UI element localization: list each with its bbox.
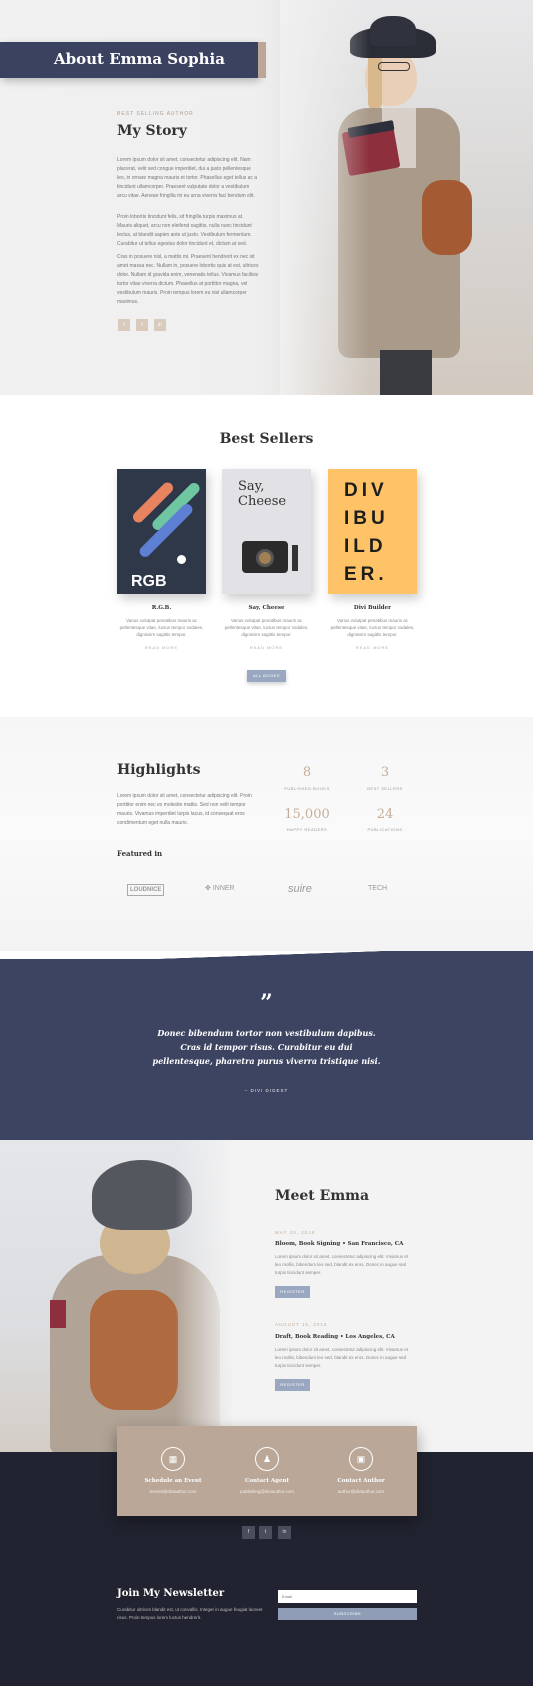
event-description: Lorem ipsum dolor sit amet, consectetur … [275, 1347, 408, 1368]
linkedin-icon[interactable]: in [154, 319, 166, 331]
newsletter-heading: Join My Newsletter [117, 1588, 225, 1599]
title-banner-accent [258, 42, 266, 78]
read-more-link[interactable]: READ MORE [328, 645, 417, 650]
loudnice-logo: LOUDNICE [127, 884, 165, 896]
contact-item-email[interactable]: events@diviauthor.com [123, 1489, 223, 1494]
event-description: Lorem ipsum dolor sit amet, consectetur … [275, 1254, 408, 1275]
cover-title: Say, Cheese [238, 479, 287, 509]
highlights-section [0, 717, 533, 951]
contact-item-email[interactable]: publishing@diviauthor.com [217, 1489, 317, 1494]
event-title: Bloom, Book Signing • San Francisco, CA [275, 1241, 404, 1247]
twitter-icon[interactable]: t [136, 319, 148, 331]
film-canister [292, 545, 298, 571]
book-title[interactable]: R.G.B. [117, 605, 206, 611]
facebook-icon[interactable]: f [242, 1526, 255, 1539]
event-date: AUGUST 16, 2018 [275, 1322, 328, 1327]
author-hair [368, 50, 382, 110]
highlights-text: Lorem ipsum dolor sit amet, consectetur … [117, 793, 252, 826]
all-books-button[interactable]: ALL BOOKS [247, 670, 286, 682]
book-description: Varius volutpat penatibus mauris ac pell… [119, 618, 204, 637]
book-cover-rgb[interactable]: RGB [117, 469, 206, 594]
meet-emma-heading: Meet Emma [275, 1188, 370, 1204]
subscribe-button[interactable]: SUBSCRIBE [278, 1608, 417, 1620]
inner-logo: ✥ INNER [205, 882, 235, 896]
story-paragraph: Cras in posuere nisl, a mattis mi. Praes… [117, 254, 259, 305]
calendar-icon[interactable]: ▦ [161, 1447, 185, 1471]
highlights-heading: Highlights [117, 762, 201, 778]
stat-best-sellers-label: BEST SELLERS [367, 786, 403, 791]
suire-logo: suire [288, 883, 312, 895]
stat-published-books-value: 8 [302, 765, 312, 780]
quote-text: Donec bibendum tortor non vestibulum dap… [152, 1028, 381, 1066]
author-backpack [422, 180, 472, 255]
newsletter-text: Curabitur ultrices blandit est, ut conva… [117, 1607, 263, 1620]
book-cover-say-cheese[interactable]: Say, Cheese [222, 469, 311, 594]
camera-lens [256, 549, 274, 567]
book-description: Varius volutpat penatibus mauris ac pell… [330, 618, 415, 637]
quote-source: – DIVI DIGEST [244, 1088, 289, 1093]
best-sellers-heading: Best Sellers [219, 431, 314, 447]
register-button[interactable]: REGISTER [275, 1379, 310, 1391]
cover-dot [177, 555, 186, 564]
story-paragraph: Proin lobortis tincidunt felis, sit frin… [117, 214, 252, 247]
author-glasses [378, 62, 410, 71]
cover-title: RGB [131, 573, 167, 590]
stat-publications-label: PUBLICATIONS [367, 827, 403, 832]
book-title[interactable]: Divi Builder [328, 605, 417, 611]
contact-item-label[interactable]: Schedule an Event [123, 1478, 223, 1484]
twitter-icon[interactable]: t [259, 1526, 272, 1539]
email-field[interactable] [278, 1590, 417, 1603]
cover-title: DIV IBU ILD ER. [344, 480, 389, 585]
event-title: Draft, Book Reading • Los Angeles, CA [275, 1334, 395, 1340]
tech-logo: TECH [368, 885, 388, 892]
book-cover-divi-builder[interactable]: DIV IBU ILD ER. [328, 469, 417, 594]
quote-icon: ” [260, 990, 273, 1016]
read-more-link[interactable]: READ MORE [117, 645, 206, 650]
stat-publications-value: 24 [376, 807, 394, 822]
story-paragraph: Lorem ipsum dolor sit amet, consectetur … [117, 157, 258, 199]
author-hat-crown [370, 16, 416, 46]
author-legs [380, 350, 432, 395]
stat-happy-readers-label: HAPPY READERS [286, 827, 328, 832]
stat-published-books-label: PUBLISHED BOOKS [284, 786, 330, 791]
stat-best-sellers-value: 3 [380, 765, 390, 780]
book-description: Varius volutpat penatibus mauris ac pell… [224, 618, 309, 637]
page-title: About Emma Sophia [54, 50, 225, 68]
stat-happy-readers-value: 15,000 [284, 807, 330, 822]
author-backpack [90, 1290, 178, 1410]
inner-logo-mark: ✥ [205, 885, 213, 892]
contact-item-email[interactable]: author@diviauthor.com [311, 1489, 411, 1494]
contact-card [117, 1426, 417, 1516]
photo-fade [175, 1140, 235, 1452]
inner-logo-text: INNER [212, 885, 235, 892]
book-icon[interactable]: ▣ [349, 1447, 373, 1471]
book-title[interactable]: Say, Cheese [222, 605, 311, 611]
contact-item-label[interactable]: Contact Author [311, 1478, 411, 1484]
held-book [50, 1300, 66, 1328]
photo-fade [280, 0, 370, 395]
event-date: MAY 20, 2018 [275, 1230, 316, 1235]
linkedin-icon[interactable]: in [278, 1526, 291, 1539]
my-story-heading: My Story [117, 123, 187, 139]
read-more-link[interactable]: READ MORE [222, 645, 311, 650]
contact-item-label[interactable]: Contact Agent [217, 1478, 317, 1484]
featured-in-label: Featured in [117, 849, 163, 858]
facebook-icon[interactable]: f [118, 319, 130, 331]
section-divider [0, 951, 533, 959]
hero-eyebrow: BEST SELLING AUTHOR [117, 111, 194, 117]
person-icon[interactable]: ♟ [255, 1447, 279, 1471]
register-button[interactable]: REGISTER [275, 1286, 310, 1298]
